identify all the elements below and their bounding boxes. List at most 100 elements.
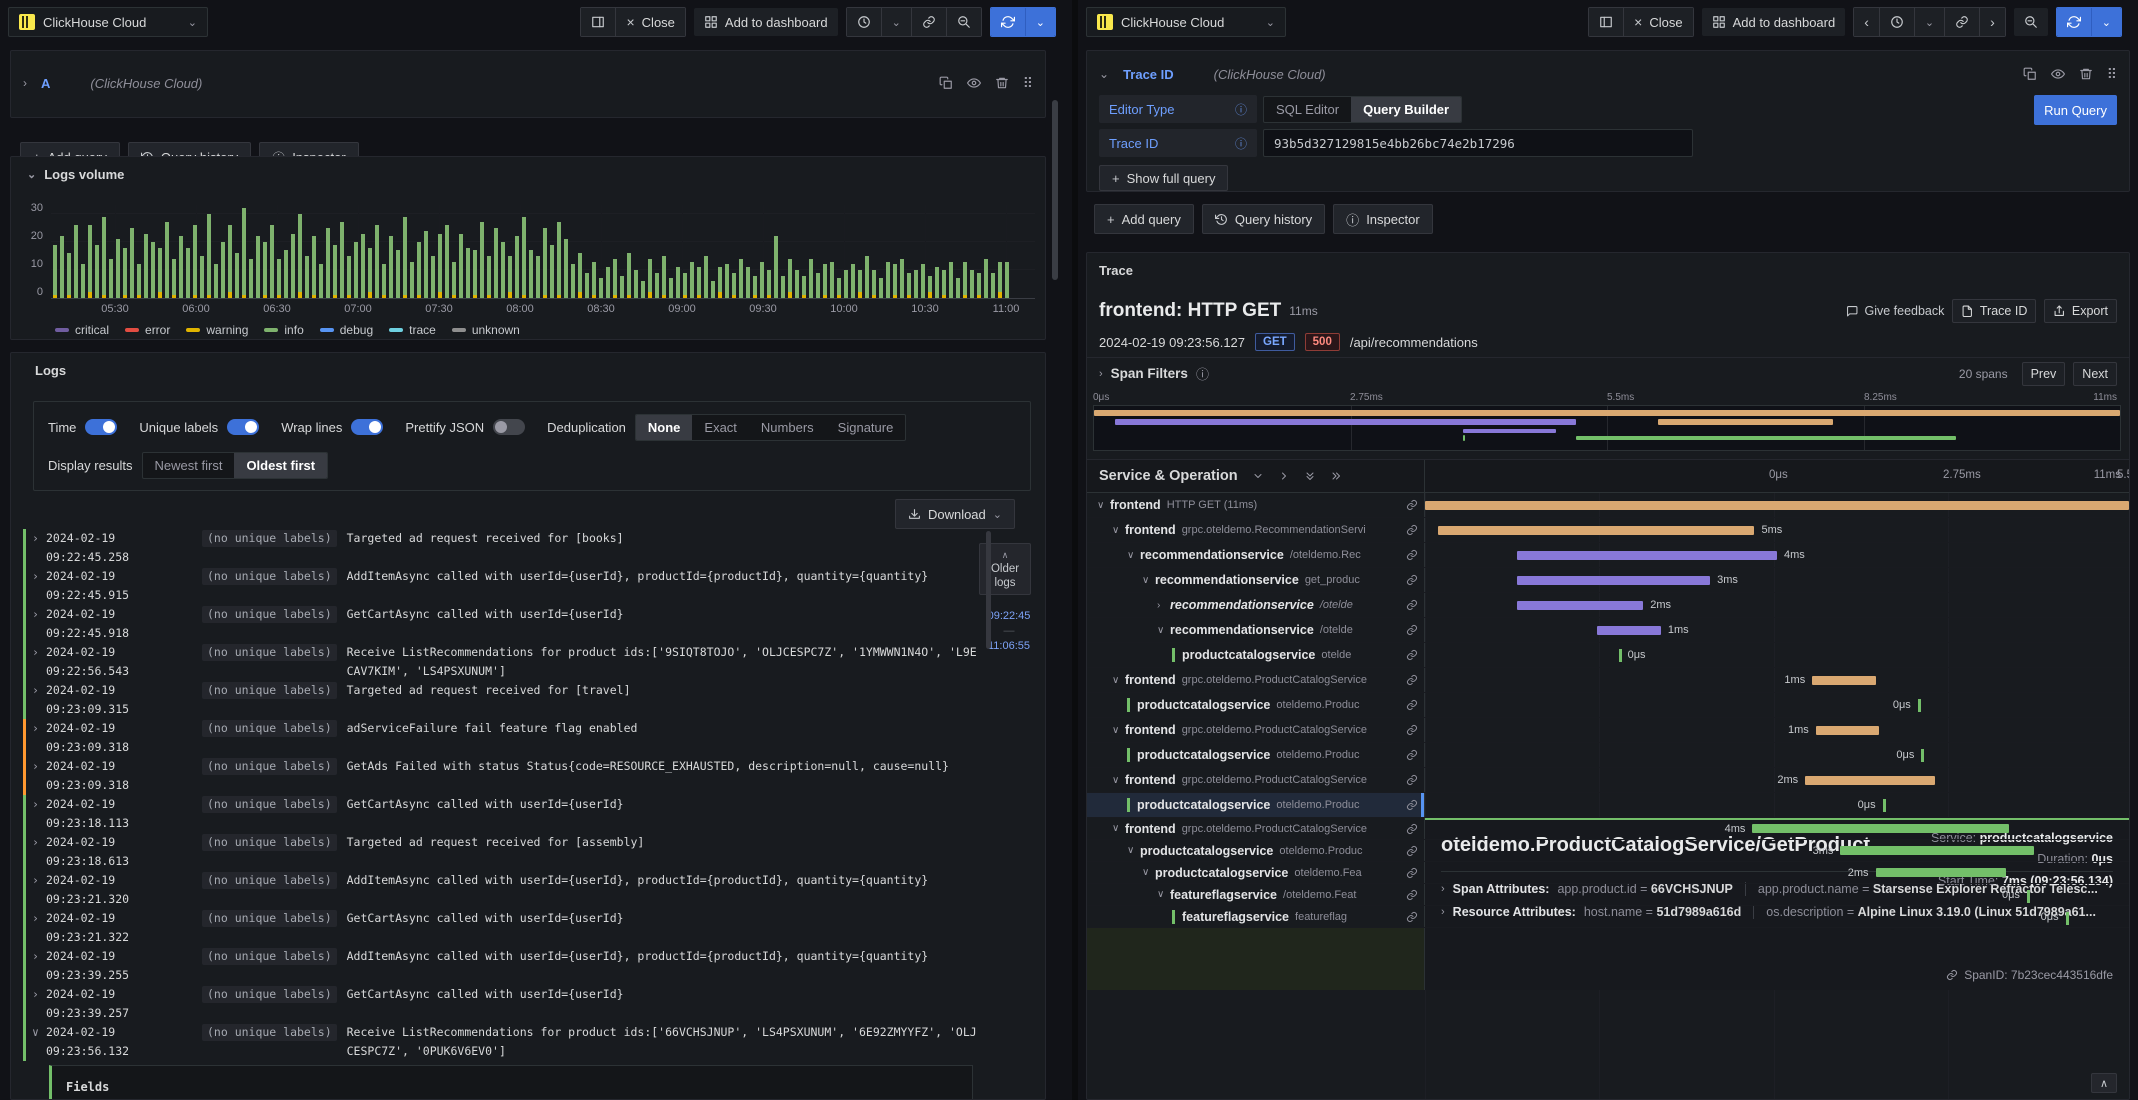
collapse-span-icon[interactable]: ∨ bbox=[1142, 575, 1155, 586]
expand-span-filters-icon[interactable]: › bbox=[1099, 368, 1103, 380]
collapse-all-icon[interactable] bbox=[1304, 470, 1316, 482]
download-button[interactable]: Download ⌄ bbox=[894, 499, 1015, 529]
span-tick[interactable] bbox=[1618, 649, 1622, 662]
next-span-button[interactable]: Next bbox=[2073, 361, 2117, 386]
span-tick[interactable] bbox=[2026, 890, 2030, 903]
span-link-icon[interactable] bbox=[1400, 823, 1424, 835]
span-link-icon[interactable] bbox=[1400, 574, 1424, 586]
span-link-icon[interactable] bbox=[1400, 867, 1424, 879]
disable-query-icon[interactable] bbox=[966, 75, 981, 92]
span-row[interactable]: ∨ frontend grpc.oteldemo.ProductCatalogSer… bbox=[1087, 768, 2129, 793]
span-bar[interactable] bbox=[1597, 626, 1661, 635]
trace-id-input[interactable]: 93b5d327129815e4bb26bc74e2b17296 bbox=[1263, 129, 1693, 157]
pane-scrollbar[interactable] bbox=[1052, 100, 1058, 280]
log-row[interactable]: › 2024-02-19 09:23:18.113 (no unique label… bbox=[23, 795, 981, 833]
span-filters-title[interactable]: Span Filters bbox=[1111, 366, 1188, 381]
trace-minimap[interactable] bbox=[1093, 405, 2121, 451]
span-row[interactable]: ∨ recommendationservice/otelde 1ms bbox=[1087, 618, 2129, 643]
prettify-json-toggle[interactable] bbox=[493, 419, 526, 435]
collapse-query-icon[interactable]: ⌄ bbox=[1099, 67, 1109, 81]
expand-log-icon[interactable]: › bbox=[32, 567, 46, 586]
span-row[interactable]: productcatalogservice oteldemo.Produc 0μs bbox=[1087, 693, 2129, 718]
span-tick[interactable] bbox=[1917, 699, 1921, 712]
span-bar[interactable] bbox=[1437, 526, 1755, 535]
collapse-span-icon[interactable]: ∨ bbox=[1112, 675, 1125, 686]
dedup-option-numbers[interactable]: Numbers bbox=[749, 415, 826, 440]
scroll-to-top-button[interactable]: ∧ bbox=[2091, 1073, 2117, 1093]
log-row[interactable]: › 2024-02-19 09:23:39.257 (no unique label… bbox=[23, 985, 981, 1023]
log-row[interactable]: › 2024-02-19 09:23:21.322 (no unique label… bbox=[23, 909, 981, 947]
log-row[interactable]: › 2024-02-19 09:23:09.315 (no unique label… bbox=[23, 681, 981, 719]
span-link-icon[interactable] bbox=[1400, 845, 1424, 857]
add-query-button[interactable]: +Add query bbox=[1094, 204, 1194, 234]
expand-log-icon[interactable]: › bbox=[32, 871, 46, 890]
collapse-span-icon[interactable]: ∨ bbox=[1157, 625, 1170, 636]
expand-log-icon[interactable]: › bbox=[32, 529, 46, 548]
time-range-button[interactable] bbox=[846, 8, 881, 36]
span-link-icon[interactable] bbox=[1400, 624, 1424, 636]
log-row[interactable]: › 2024-02-19 09:23:21.320 (no unique label… bbox=[23, 871, 981, 909]
remove-query-icon[interactable] bbox=[2079, 66, 2093, 83]
collapse-span-icon[interactable]: ∨ bbox=[1142, 867, 1155, 878]
collapse-span-icon[interactable]: ∨ bbox=[1112, 525, 1125, 536]
duplicate-query-icon[interactable] bbox=[939, 75, 953, 92]
collapse-span-icon[interactable]: ∨ bbox=[1112, 775, 1125, 786]
log-row[interactable]: › 2024-02-19 09:22:45.918 (no unique label… bbox=[23, 605, 981, 643]
span-link-icon[interactable] bbox=[1400, 749, 1424, 761]
split-pane-button[interactable] bbox=[1589, 8, 1624, 36]
span-row[interactable]: ∨ productcatalogservice oteldemo.Produc 3ms bbox=[1087, 840, 2129, 862]
refresh-interval-button[interactable]: ⌄ bbox=[2090, 8, 2121, 36]
legend-item-trace[interactable]: trace bbox=[389, 323, 436, 337]
time-toggle[interactable] bbox=[85, 419, 118, 435]
collapse-one-icon[interactable] bbox=[1252, 470, 1264, 482]
time-range-button[interactable] bbox=[1878, 8, 1914, 36]
editor-type-option-sql-editor[interactable]: SQL Editor bbox=[1264, 97, 1351, 122]
drag-handle-icon[interactable]: ⠿ bbox=[1023, 75, 1033, 92]
expand-log-icon[interactable]: › bbox=[32, 643, 46, 662]
span-row[interactable]: ∨ productcatalogservice oteldemo.Fea 2ms bbox=[1087, 862, 2129, 884]
span-bar[interactable] bbox=[1516, 576, 1711, 585]
expand-log-icon[interactable]: › bbox=[32, 681, 46, 700]
expand-span-icon[interactable]: › bbox=[1157, 600, 1170, 611]
collapse-panel-icon[interactable]: ⌄ bbox=[27, 168, 36, 181]
span-bar[interactable] bbox=[1516, 601, 1644, 610]
expand-log-icon[interactable]: › bbox=[32, 947, 46, 966]
run-query-button[interactable]: Run Query bbox=[2034, 95, 2117, 125]
expand-log-icon[interactable]: › bbox=[32, 985, 46, 1004]
legend-item-critical[interactable]: critical bbox=[55, 323, 109, 337]
query-row-a[interactable]: › A (ClickHouse Cloud) ⠿ bbox=[11, 61, 1045, 105]
time-sync-forward-button[interactable]: › bbox=[1979, 8, 2005, 36]
span-link-icon[interactable] bbox=[1400, 889, 1424, 901]
datasource-picker-left[interactable]: ClickHouse Cloud ⌄ bbox=[8, 7, 208, 37]
prev-span-button[interactable]: Prev bbox=[2021, 361, 2066, 386]
span-row[interactable]: › recommendationservice/otelde 2ms bbox=[1087, 593, 2129, 618]
refresh-button[interactable] bbox=[2056, 8, 2091, 36]
split-pane-button[interactable] bbox=[581, 8, 616, 36]
span-bar[interactable] bbox=[1812, 676, 1876, 685]
span-link-icon[interactable] bbox=[1400, 649, 1424, 661]
collapse-span-icon[interactable]: ∨ bbox=[1097, 500, 1110, 511]
span-bar[interactable] bbox=[1875, 868, 2006, 877]
span-row[interactable]: featureflagservice featureflag 0μs bbox=[1087, 906, 2129, 928]
span-tick[interactable] bbox=[1882, 799, 1886, 812]
disable-query-icon[interactable] bbox=[2050, 66, 2065, 83]
share-link-button[interactable] bbox=[910, 8, 946, 36]
expand-log-icon[interactable]: › bbox=[32, 795, 46, 814]
log-row[interactable]: › 2024-02-19 09:23:09.318 (no unique label… bbox=[23, 719, 981, 757]
collapse-span-icon[interactable]: ∨ bbox=[1157, 889, 1170, 900]
legend-item-info[interactable]: info bbox=[264, 323, 304, 337]
time-range-caret-button[interactable]: ⌄ bbox=[1913, 8, 1945, 36]
span-link-icon[interactable] bbox=[1400, 499, 1424, 511]
query-history-button[interactable]: Query history bbox=[1201, 204, 1326, 234]
span-link-icon[interactable] bbox=[1400, 799, 1424, 811]
span-row[interactable]: ∨ frontend grpc.oteldemo.ProductCatalogSer… bbox=[1087, 668, 2129, 693]
collapse-span-icon[interactable]: ∨ bbox=[1127, 550, 1140, 561]
expand-log-icon[interactable]: › bbox=[32, 605, 46, 624]
share-link-button[interactable] bbox=[1944, 8, 1980, 36]
expand-log-icon[interactable]: › bbox=[32, 719, 46, 738]
collapse-span-icon[interactable]: ∨ bbox=[1112, 725, 1125, 736]
logs-scrollbar[interactable] bbox=[986, 531, 991, 649]
close-pane-button[interactable]: × Close bbox=[615, 8, 685, 36]
time-sync-back-button[interactable]: ‹ bbox=[1854, 8, 1879, 36]
expand-log-icon[interactable]: › bbox=[32, 757, 46, 776]
